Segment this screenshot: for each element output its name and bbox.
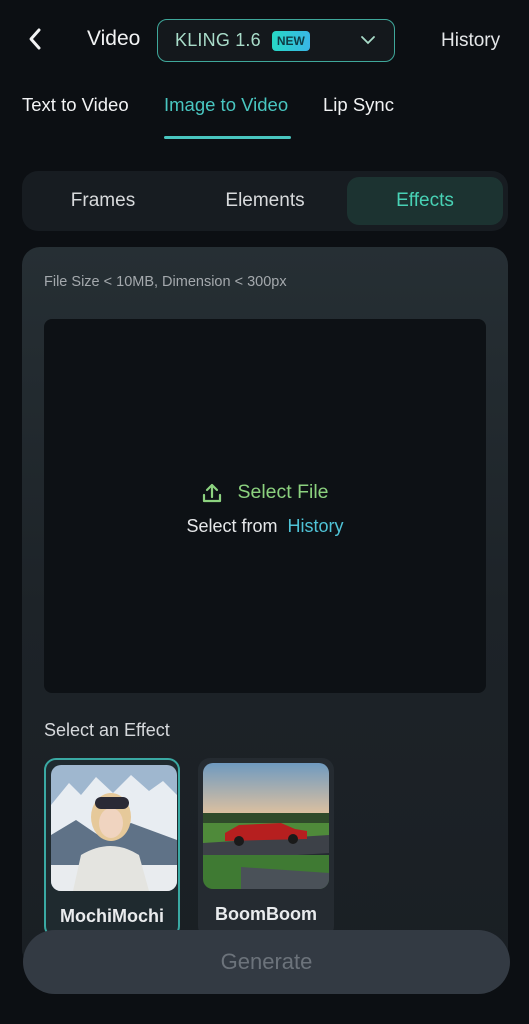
effect-card-boomboom[interactable]: BoomBoom	[198, 758, 334, 938]
select-from-label: Select from	[186, 516, 278, 536]
effect-thumbnail	[51, 765, 177, 891]
model-name: KLING 1.6	[175, 30, 261, 50]
effect-card-mochimochi[interactable]: MochiMochi	[44, 758, 180, 938]
tab-image-to-video[interactable]: Image to Video	[164, 94, 288, 116]
effects-panel: File Size < 10MB, Dimension < 300px Sele…	[22, 247, 508, 967]
top-bar: Video KLING 1.6 NEW History	[0, 0, 529, 80]
generate-button[interactable]: Generate	[23, 930, 510, 994]
segment-frames[interactable]: Frames	[22, 177, 184, 225]
mode-tabs: Text to Video Image to Video Lip Sync	[0, 90, 529, 140]
segment-elements[interactable]: Elements	[184, 177, 346, 225]
select-from-history-link[interactable]: History	[288, 516, 344, 537]
tab-lip-sync[interactable]: Lip Sync	[323, 94, 394, 116]
new-badge: NEW	[271, 30, 310, 51]
chevron-down-icon	[361, 36, 375, 45]
tab-text-to-video[interactable]: Text to Video	[22, 94, 129, 116]
file-requirements-hint: File Size < 10MB, Dimension < 300px	[44, 274, 287, 290]
effect-name: BoomBoom	[215, 904, 317, 924]
select-effect-label: Select an Effect	[44, 720, 170, 740]
history-button[interactable]: History	[441, 30, 500, 52]
upload-icon	[203, 483, 222, 502]
back-button[interactable]	[22, 24, 48, 54]
segment-effects[interactable]: Effects	[347, 177, 503, 225]
active-tab-indicator	[164, 136, 291, 139]
upload-area[interactable]: Select File Select from History	[44, 319, 486, 693]
select-file-button[interactable]: Select File	[237, 481, 328, 504]
effect-name: MochiMochi	[60, 906, 164, 926]
segment-control: Frames Elements Effects	[22, 171, 508, 231]
page-title: Video	[87, 27, 141, 50]
chevron-left-icon	[29, 28, 41, 50]
model-select[interactable]: KLING 1.6 NEW	[157, 19, 395, 62]
effect-thumbnail	[203, 763, 329, 889]
